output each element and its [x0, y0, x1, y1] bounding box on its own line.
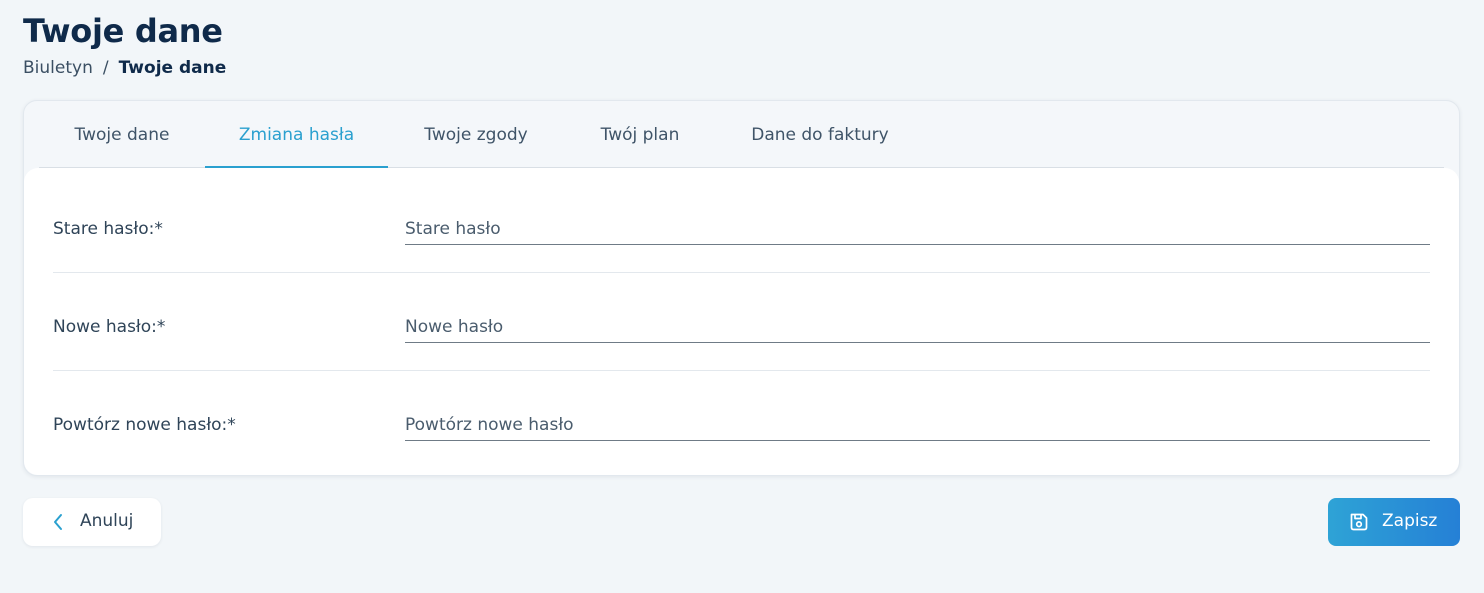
repeat-password-input[interactable] [405, 409, 1430, 441]
page: Twoje dane Biuletyn / Twoje dane Twoje d… [0, 0, 1484, 593]
tab-twoje-dane[interactable]: Twoje dane [39, 101, 205, 168]
save-button-label: Zapisz [1382, 511, 1438, 531]
breadcrumb: Biuletyn / Twoje dane [23, 58, 226, 78]
breadcrumb-link-biuletyn[interactable]: Biuletyn [23, 58, 93, 78]
save-button[interactable]: Zapisz [1328, 498, 1460, 546]
chevron-left-icon [54, 514, 62, 530]
old-password-input[interactable] [405, 213, 1430, 245]
tab-zmiana-hasla[interactable]: Zmiana hasła [205, 101, 388, 169]
tab-bar: Twoje dane Zmiana hasła Twoje zgody Twój… [39, 101, 1444, 169]
cancel-button-label: Anuluj [80, 511, 134, 531]
form-row-old-password: Stare hasło:* [53, 175, 1430, 273]
form-row-repeat-password: Powtórz nowe hasło:* [53, 371, 1430, 469]
new-password-input[interactable] [405, 311, 1430, 343]
page-title: Twoje dane [23, 12, 223, 50]
floppy-disk-icon [1350, 513, 1368, 531]
breadcrumb-separator: / [102, 58, 109, 78]
breadcrumb-current: Twoje dane [118, 58, 227, 78]
tab-twoje-zgody[interactable]: Twoje zgody [388, 101, 564, 168]
tab-dane-do-faktury[interactable]: Dane do faktury [716, 101, 924, 168]
password-form: Stare hasło:* Nowe hasło:* Powtórz nowe … [24, 168, 1459, 475]
old-password-label: Stare hasło:* [53, 219, 163, 239]
settings-card: Twoje dane Zmiana hasła Twoje zgody Twój… [23, 100, 1460, 476]
repeat-password-label: Powtórz nowe hasło:* [53, 415, 236, 435]
cancel-button[interactable]: Anuluj [23, 498, 161, 546]
new-password-label: Nowe hasło:* [53, 317, 166, 337]
form-row-new-password: Nowe hasło:* [53, 273, 1430, 371]
tab-twoj-plan[interactable]: Twój plan [564, 101, 716, 168]
